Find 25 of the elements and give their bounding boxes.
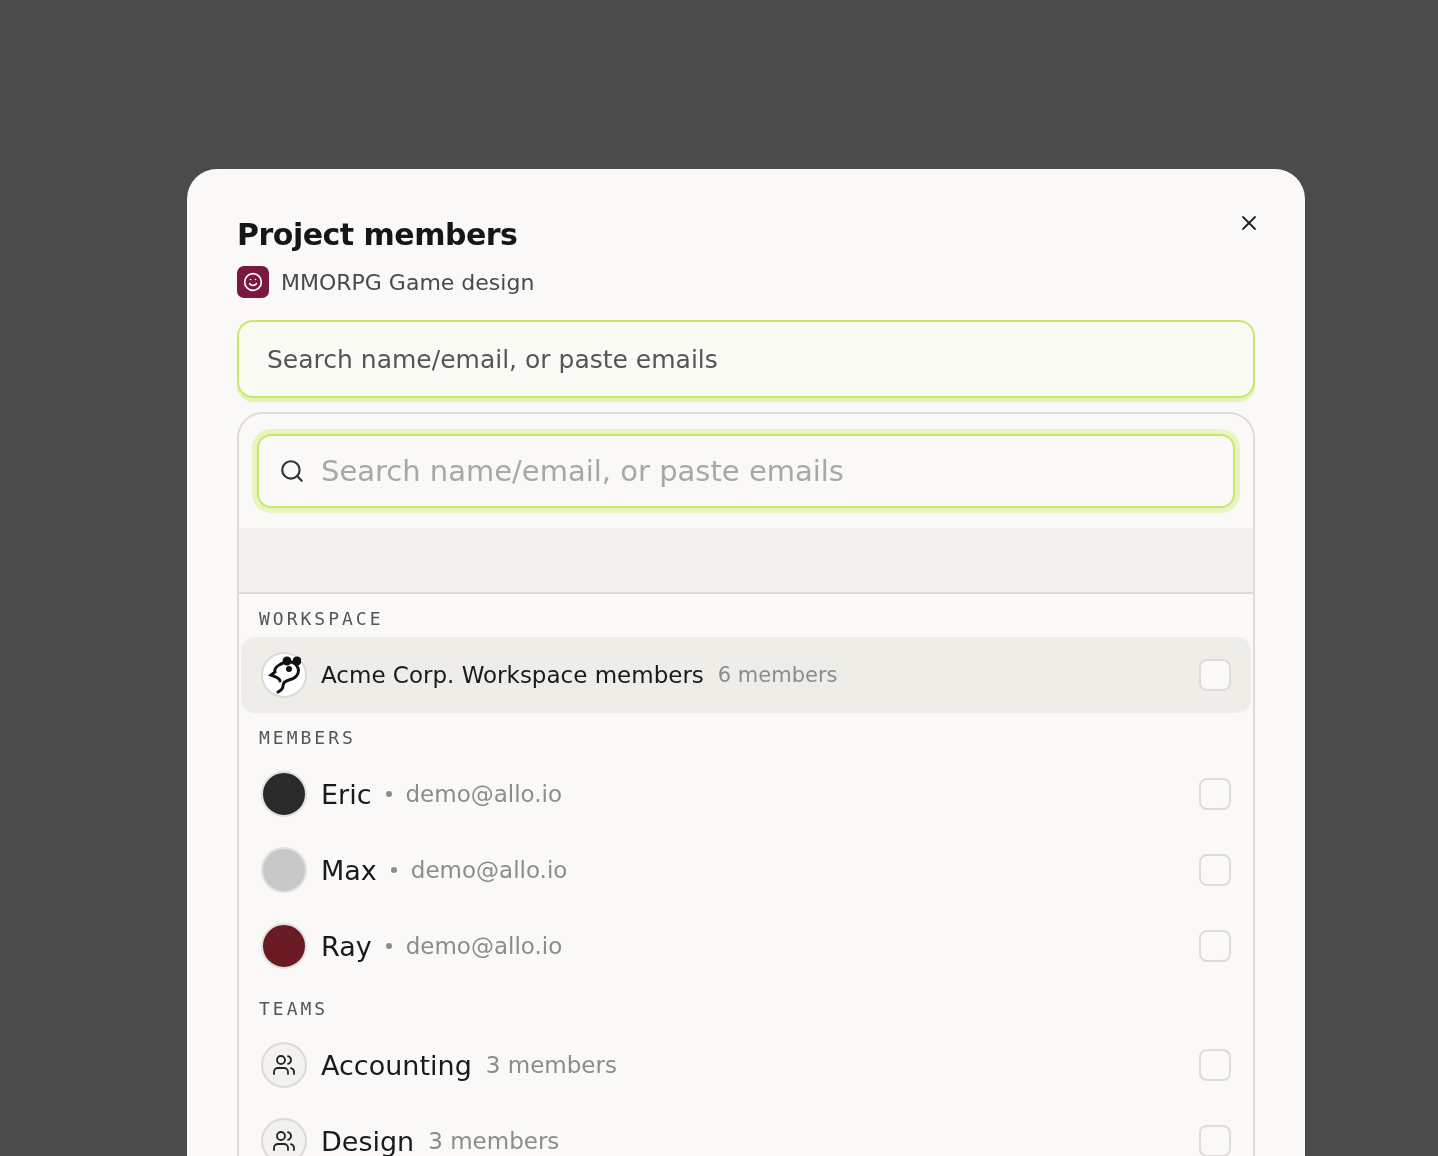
item-name: Design — [321, 1125, 415, 1156]
list-item[interactable]: Ray demo@allo.io — [241, 908, 1251, 984]
list-item[interactable]: Eric demo@allo.io — [241, 756, 1251, 832]
item-detail: 3 members — [485, 1052, 617, 1078]
list-item[interactable]: Acme Corp. Workspace members 6 members — [241, 637, 1251, 713]
item-name: Max — [321, 854, 377, 886]
item-detail: 6 members — [717, 663, 838, 687]
item-detail: 3 members — [428, 1128, 560, 1154]
section-heading: TEAMS — [258, 997, 330, 1021]
item-name: Ray — [321, 930, 372, 962]
dialog-title: Project members — [237, 217, 518, 252]
item-name: Accounting — [321, 1049, 472, 1081]
dropdown-search-field[interactable]: Search name/email, or paste emails — [257, 434, 1235, 508]
section-heading: WORKSPACE — [258, 607, 385, 631]
item-name: Eric — [321, 778, 372, 810]
section-heading: MEMBERS — [258, 726, 357, 750]
item-detail: demo@allo.io — [405, 781, 563, 807]
list-item[interactable]: Design 3 members — [241, 1103, 1251, 1156]
list-item[interactable]: Max demo@allo.io — [241, 832, 1251, 908]
item-detail: demo@allo.io — [405, 933, 563, 959]
project-name: MMORPG Game design — [281, 269, 535, 295]
list-item[interactable]: Accounting 3 members — [241, 1027, 1251, 1103]
item-name: Acme Corp. Workspace members — [321, 662, 704, 688]
item-detail: demo@allo.io — [410, 857, 568, 883]
search-field[interactable]: Search name/email, or paste emails — [237, 320, 1255, 398]
